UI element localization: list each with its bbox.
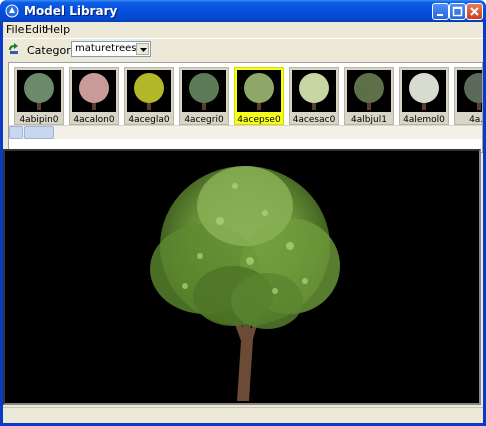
maximize-icon: [452, 6, 463, 17]
thumbnail-label: 4abipin0: [19, 115, 59, 125]
thumbnail-label: 4albjul1: [351, 115, 387, 125]
title-bar[interactable]: Model Library: [0, 0, 486, 22]
minimize-button[interactable]: [432, 3, 449, 20]
client-area: File Edit Help Category: maturetrees 4ab…: [3, 22, 483, 423]
menu-edit[interactable]: Edit: [25, 23, 46, 36]
model-thumbnail[interactable]: 4acegla0: [124, 67, 174, 125]
thumbnail-label: 4acepse0: [237, 115, 281, 125]
scroll-thumb[interactable]: [24, 126, 54, 139]
tree-preview-image: [150, 166, 340, 401]
tree-thumbnail-image: [292, 70, 336, 112]
dropdown-button[interactable]: [136, 43, 149, 55]
model-preview-viewport[interactable]: [3, 149, 481, 405]
model-library-window: Model Library File Edit Help Category: m…: [0, 0, 486, 426]
model-thumbnail[interactable]: 4a...: [454, 67, 483, 125]
minimize-icon: [437, 14, 443, 16]
app-icon: [5, 4, 19, 18]
model-thumbnail[interactable]: 4albjul1: [344, 67, 394, 125]
model-thumbnail[interactable]: 4abipin0: [14, 67, 64, 125]
model-thumbnail[interactable]: 4acesac0: [289, 67, 339, 125]
tree-thumbnail-image: [182, 70, 226, 112]
window-title: Model Library: [24, 4, 118, 18]
scroll-left-button[interactable]: [9, 126, 23, 139]
tree-thumbnail-image: [237, 70, 281, 112]
close-button[interactable]: [466, 3, 483, 20]
thumbnail-label: 4acegri0: [184, 115, 224, 125]
close-icon: [470, 7, 479, 16]
tree-thumbnail-image: [402, 70, 446, 112]
tree-thumbnail-image: [72, 70, 116, 112]
tree-thumbnail-image: [457, 70, 482, 112]
thumbnail-label: 4acalon0: [73, 115, 115, 125]
menu-bar: File Edit Help: [3, 22, 483, 38]
refresh-icon[interactable]: [7, 42, 21, 56]
model-thumbnail[interactable]: 4acepse0: [234, 67, 284, 125]
tree-thumbnail-image: [17, 70, 61, 112]
model-thumbnail[interactable]: 4acegri0: [179, 67, 229, 125]
toolbar: Category: maturetrees: [3, 38, 483, 60]
chevron-down-icon: [140, 48, 147, 52]
status-bar: [3, 407, 483, 423]
thumbnail-label: 4acesac0: [292, 115, 336, 125]
menu-file[interactable]: File: [6, 23, 24, 36]
category-value: maturetrees: [75, 43, 137, 54]
horizontal-scrollbar[interactable]: [9, 125, 482, 139]
thumbnail-label: 4alemol0: [403, 115, 445, 125]
thumbnail-label: 4acegla0: [128, 115, 170, 125]
thumbnail-label: 4a...: [469, 115, 483, 125]
tree-thumbnail-image: [127, 70, 171, 112]
model-thumbnail[interactable]: 4acalon0: [69, 67, 119, 125]
thumbnail-strip: 4abipin0 4acalon0 4acegla0 4acegri0 4acepse0…: [8, 62, 483, 153]
maximize-button[interactable]: [449, 3, 466, 20]
menu-help[interactable]: Help: [45, 23, 70, 36]
model-thumbnail[interactable]: 4alemol0: [399, 67, 449, 125]
category-dropdown[interactable]: maturetrees: [71, 41, 151, 57]
tree-thumbnail-image: [347, 70, 391, 112]
